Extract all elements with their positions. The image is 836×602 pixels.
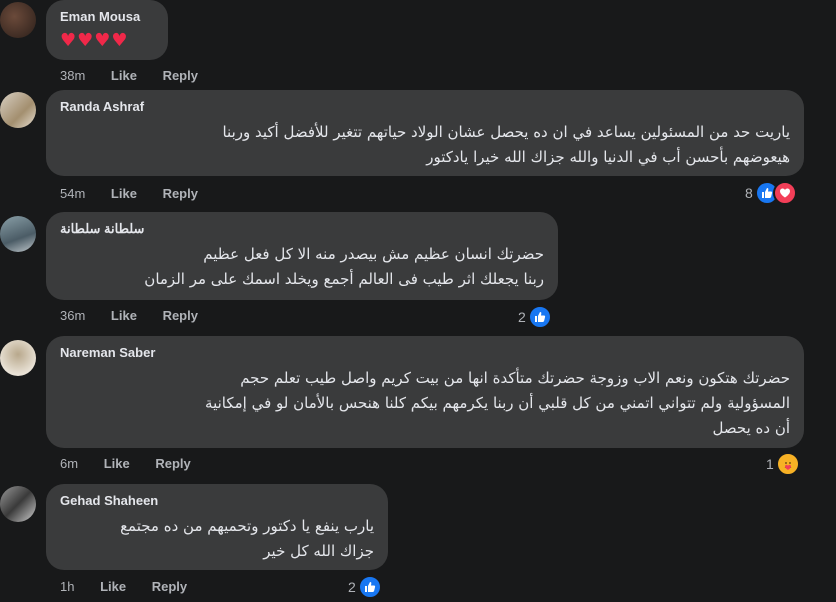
love-icon — [772, 181, 797, 205]
comment-actions: 6m Like Reply — [60, 456, 213, 472]
comment-author[interactable]: Nareman Saber — [60, 344, 790, 362]
comment-text: ياريت حد من المسئولين يساعد في ان ده يحص… — [60, 120, 790, 170]
comment-time[interactable]: 38m — [60, 68, 85, 83]
like-button[interactable]: Like — [111, 308, 137, 323]
comment-author[interactable]: سلطانة سلطانة — [60, 220, 544, 238]
comment-time[interactable]: 6m — [60, 456, 78, 471]
comment-author[interactable]: Eman Mousa — [60, 8, 154, 26]
reaction-count: 2 — [518, 309, 526, 325]
reply-button[interactable]: Reply — [163, 186, 198, 201]
comment-line: ربنا يجعلك اثر طيب فى العالم أجمع ويخلد … — [144, 270, 544, 288]
like-icon — [357, 575, 382, 599]
comment-actions: 38m Like Reply — [60, 68, 220, 84]
avatar[interactable] — [0, 92, 36, 128]
reaction-count: 8 — [745, 185, 753, 201]
comment-actions: 1h Like Reply — [60, 579, 209, 595]
reply-button[interactable]: Reply — [163, 68, 198, 83]
comment-line: ياريت حد من المسئولين يساعد في ان ده يحص… — [222, 123, 790, 141]
comment-actions: 36m Like Reply — [60, 308, 220, 324]
comment-line: هيعوضهم بأحسن أب في الدنيا والله جزاك ال… — [426, 148, 790, 166]
comment-author[interactable]: Randa Ashraf — [60, 98, 790, 116]
comment-text: يارب ينفع يا دكتور وتحميهم من ده مجتمع ج… — [60, 514, 374, 564]
avatar[interactable] — [0, 486, 36, 522]
comment-text: حضرتك انسان عظيم مش بيصدر منه الا كل فعل… — [60, 242, 544, 292]
comment-time[interactable]: 1h — [60, 579, 74, 594]
like-button[interactable]: Like — [104, 456, 130, 471]
comment-bubble: Eman Mousa ♥♥♥♥ — [46, 0, 168, 60]
comment-actions: 54m Like Reply — [60, 186, 220, 202]
comment-line: حضرتك هتكون ونعم الاب وزوجة حضرتك متأكدة… — [240, 369, 790, 387]
comment-bubble: Randa Ashraf ياريت حد من المسئولين يساعد… — [46, 90, 804, 176]
avatar[interactable] — [0, 340, 36, 376]
comment-text: ♥♥♥♥ — [60, 30, 129, 51]
reply-button[interactable]: Reply — [152, 579, 187, 594]
comment-line: جزاك الله كل خير — [263, 542, 374, 560]
avatar[interactable] — [0, 216, 36, 252]
reply-button[interactable]: Reply — [155, 456, 190, 471]
comment-author[interactable]: Gehad Shaheen — [60, 492, 374, 510]
comment-text: حضرتك هتكون ونعم الاب وزوجة حضرتك متأكدة… — [60, 366, 790, 441]
reaction-summary[interactable]: 2 — [348, 575, 382, 599]
comment-line: المسؤولية ولم تتواني اتمني من كل قلبي أن… — [205, 394, 790, 412]
reaction-summary[interactable]: 8 — [745, 181, 797, 205]
like-button[interactable]: Like — [111, 186, 137, 201]
reaction-count: 2 — [348, 579, 356, 595]
care-icon — [775, 452, 800, 476]
comment-bubble: Gehad Shaheen يارب ينفع يا دكتور وتحميهم… — [46, 484, 388, 570]
reaction-summary[interactable]: 2 — [518, 305, 552, 329]
like-button[interactable]: Like — [100, 579, 126, 594]
reply-button[interactable]: Reply — [163, 308, 198, 323]
comment-line: يارب ينفع يا دكتور وتحميهم من ده مجتمع — [120, 517, 374, 535]
comment-time[interactable]: 36m — [60, 308, 85, 323]
reaction-summary[interactable]: 1 — [766, 452, 800, 476]
like-button[interactable]: Like — [111, 68, 137, 83]
reaction-count: 1 — [766, 456, 774, 472]
avatar[interactable] — [0, 2, 36, 38]
comment-time[interactable]: 54m — [60, 186, 85, 201]
comment-line: أن ده يحصل — [712, 419, 790, 437]
like-icon — [527, 305, 552, 329]
comment-line: حضرتك انسان عظيم مش بيصدر منه الا كل فعل… — [203, 245, 544, 263]
comment-bubble: Nareman Saber حضرتك هتكون ونعم الاب وزوج… — [46, 336, 804, 448]
comment-bubble: سلطانة سلطانة حضرتك انسان عظيم مش بيصدر … — [46, 212, 558, 300]
